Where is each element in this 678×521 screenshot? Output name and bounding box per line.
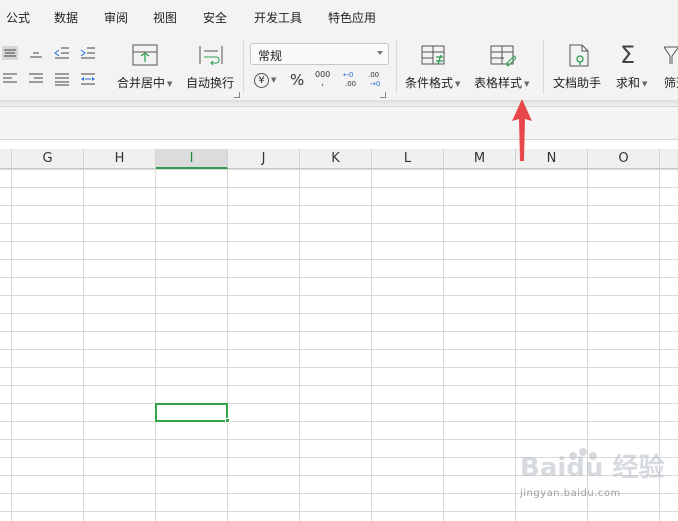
column-header-o[interactable]: O — [588, 149, 660, 169]
fill-handle[interactable] — [225, 418, 230, 423]
sum-icon[interactable]: Σ — [620, 42, 635, 68]
wrap-text-icon[interactable] — [198, 44, 224, 69]
column-header-i[interactable]: I — [156, 149, 228, 169]
chevron-down-icon: ▼ — [167, 79, 173, 88]
number-format-value: 常规 — [258, 49, 283, 63]
column-header-h[interactable]: H — [84, 149, 156, 169]
merge-center-button[interactable]: 合并居中 ▼ — [117, 74, 172, 91]
svg-text:→0: →0 — [370, 80, 380, 88]
merge-center-label: 合并居中 — [117, 76, 166, 90]
align-left-icon[interactable] — [2, 72, 18, 86]
number-format-dropdown[interactable]: 常规 — [250, 43, 389, 65]
currency-icon: ¥ — [254, 73, 269, 88]
distributed-align-icon[interactable] — [80, 72, 96, 86]
wrap-text-button[interactable]: 自动换行 — [186, 74, 234, 91]
column-header-j[interactable]: J — [228, 149, 300, 169]
increase-decimal-icon[interactable]: ←0.00 — [343, 70, 359, 91]
column-header-l[interactable]: L — [372, 149, 444, 169]
conditional-format-label: 条件格式 — [405, 76, 454, 90]
menu-security[interactable]: 安全 — [203, 9, 227, 26]
ribbon-separator — [543, 40, 544, 94]
chevron-down-icon — [377, 51, 383, 55]
percent-button[interactable]: % — [290, 71, 304, 89]
sum-button[interactable]: 求和 ▼ — [616, 74, 647, 91]
chevron-down-icon: ▼ — [524, 79, 530, 88]
thousands-separator-button[interactable]: 000 , — [315, 70, 330, 88]
align-right-icon[interactable] — [28, 72, 44, 86]
menu-review[interactable]: 审阅 — [104, 9, 128, 26]
justify-icon[interactable] — [54, 72, 70, 86]
table-style-icon[interactable] — [490, 45, 517, 70]
menu-view[interactable]: 视图 — [153, 9, 177, 26]
watermark-url: jingyan.baidu.com — [520, 488, 621, 499]
document-helper-button[interactable]: 文档助手 — [553, 74, 601, 91]
chevron-down-icon: ▼ — [642, 79, 648, 88]
svg-text:.00: .00 — [368, 71, 379, 79]
annotation-arrow-icon — [512, 99, 532, 161]
comma-icon: , — [321, 78, 325, 88]
currency-button[interactable]: ¥ ▼ — [254, 72, 276, 88]
formula-bar[interactable] — [0, 106, 678, 140]
merge-center-icon[interactable] — [132, 44, 158, 69]
conditional-format-icon[interactable] — [421, 45, 447, 70]
table-style-button[interactable]: 表格样式 ▼ — [474, 74, 529, 91]
menu-special-apps[interactable]: 特色应用 — [328, 9, 376, 26]
menu-formulas[interactable]: 公式 — [6, 9, 30, 26]
ribbon-separator — [243, 40, 244, 94]
menu-bar: 公式 数据 审阅 视图 安全 开发工具 特色应用 — [0, 0, 678, 34]
menu-developer[interactable]: 开发工具 — [254, 9, 302, 26]
column-header-g[interactable]: G — [12, 149, 84, 169]
filter-button[interactable]: 筛选 — [664, 74, 678, 91]
ribbon-separator — [396, 40, 397, 94]
column-header-k[interactable]: K — [300, 149, 372, 169]
column-header-m[interactable]: M — [444, 149, 516, 169]
svg-text:←0: ←0 — [343, 71, 353, 79]
number-dialog-launcher-icon[interactable] — [380, 92, 386, 98]
table-style-label: 表格样式 — [474, 76, 523, 90]
column-header-partial[interactable] — [0, 149, 12, 169]
decrease-decimal-icon[interactable]: .00 →0 — [367, 70, 383, 91]
selected-cell[interactable] — [155, 403, 228, 422]
align-top-icon[interactable] — [2, 46, 18, 60]
document-helper-icon[interactable] — [567, 44, 591, 71]
align-middle-icon[interactable] — [28, 46, 44, 60]
chevron-down-icon: ▼ — [271, 75, 277, 84]
conditional-format-button[interactable]: 条件格式 ▼ — [405, 74, 460, 91]
decrease-indent-icon[interactable] — [54, 46, 70, 60]
alignment-dialog-launcher-icon[interactable] — [234, 92, 240, 98]
filter-icon[interactable] — [663, 45, 678, 70]
column-header-partial[interactable] — [660, 149, 678, 169]
menu-data[interactable]: 数据 — [54, 9, 78, 26]
svg-text:.00: .00 — [345, 80, 356, 88]
chevron-down-icon: ▼ — [455, 79, 461, 88]
sum-label: 求和 — [616, 76, 641, 90]
increase-indent-icon[interactable] — [80, 46, 96, 60]
